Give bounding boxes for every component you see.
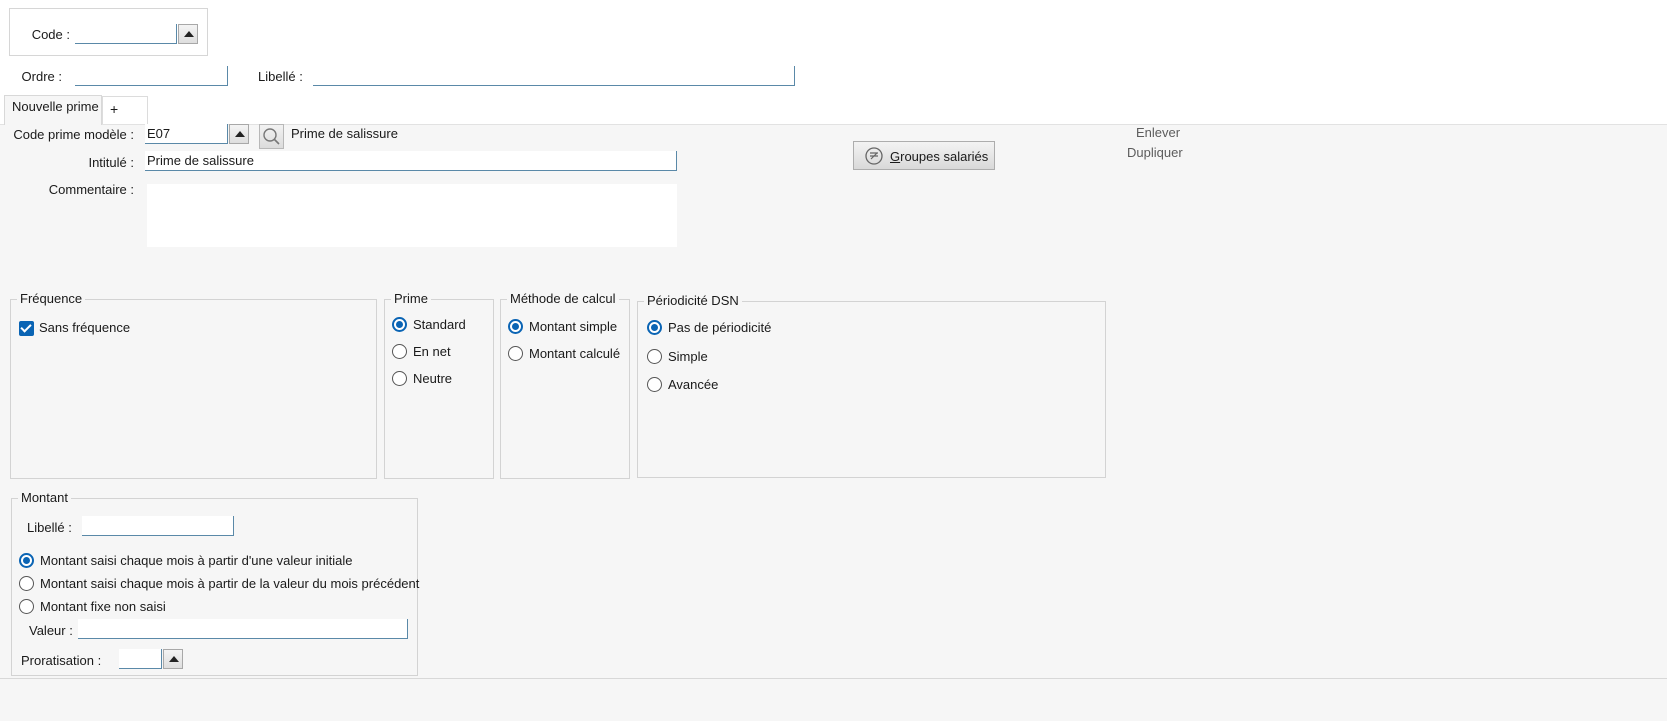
montant-valeur-initiale-radio[interactable] bbox=[19, 553, 34, 568]
intitule-label: Intitulé : bbox=[88, 155, 134, 170]
frequence-title: Fréquence bbox=[17, 291, 86, 306]
commentaire-textarea[interactable] bbox=[147, 184, 677, 247]
prime-panel: Code prime modèle : E07 Prime de salissu… bbox=[0, 124, 1667, 721]
libelle-label: Libellé : bbox=[258, 69, 303, 84]
methode-calcul-title: Méthode de calcul bbox=[507, 291, 619, 306]
montant-group: Montant Libellé : Montant saisi chaque m… bbox=[11, 490, 420, 676]
periodicite-avancee-label: Avancée bbox=[668, 377, 719, 392]
proratisation-spin-up-icon[interactable] bbox=[163, 649, 183, 669]
prime-title: Prime bbox=[391, 291, 431, 306]
groupes-icon bbox=[865, 147, 883, 165]
prime-en-net-label: En net bbox=[413, 344, 451, 359]
periodicite-dsn-title: Périodicité DSN bbox=[644, 293, 742, 308]
prime-group: Prime Standard En net Neutre bbox=[384, 291, 494, 479]
prime-neutre-label: Neutre bbox=[413, 371, 453, 386]
code-prime-spin-up-icon[interactable] bbox=[229, 124, 249, 144]
add-tab-label: + bbox=[110, 101, 119, 117]
prime-standard-label: Standard bbox=[413, 317, 466, 332]
proratisation-input[interactable] bbox=[119, 649, 162, 669]
code-spin-up-icon[interactable] bbox=[178, 24, 198, 44]
ordre-label: Ordre : bbox=[21, 69, 62, 84]
frequence-group: Fréquence Sans fréquence bbox=[10, 291, 377, 479]
proratisation-label: Proratisation : bbox=[21, 653, 102, 668]
montant-fixe-radio[interactable] bbox=[19, 599, 34, 614]
ordre-input[interactable] bbox=[75, 66, 228, 86]
tab-nouvelle-prime[interactable]: Nouvelle prime bbox=[4, 95, 102, 125]
montant-mois-precedent-radio[interactable] bbox=[19, 576, 34, 591]
montant-simple-radio[interactable] bbox=[508, 319, 523, 334]
tab-nouvelle-prime-label: Nouvelle prime bbox=[12, 99, 99, 114]
valeur-input[interactable] bbox=[78, 619, 408, 639]
commentaire-label: Commentaire : bbox=[48, 182, 134, 197]
code-label: Code : bbox=[31, 27, 70, 42]
dupliquer-link[interactable]: Dupliquer bbox=[1127, 145, 1183, 160]
periodicite-simple-radio[interactable] bbox=[647, 349, 662, 364]
montant-calcule-label: Montant calculé bbox=[529, 346, 621, 361]
sans-frequence-checkbox[interactable] bbox=[19, 321, 34, 336]
pas-de-periodicite-radio[interactable] bbox=[647, 320, 662, 335]
montant-libelle-input[interactable] bbox=[82, 516, 234, 536]
pas-de-periodicite-label: Pas de périodicité bbox=[668, 320, 772, 335]
valeur-label: Valeur : bbox=[29, 623, 73, 638]
groupes-salaries-label: Groupes salariés bbox=[890, 149, 989, 164]
periodicite-simple-label: Simple bbox=[668, 349, 708, 364]
methode-calcul-group: Méthode de calcul Montant simple Montant… bbox=[500, 291, 630, 479]
search-button[interactable] bbox=[259, 124, 284, 149]
code-prime-modele-label: Code prime modèle : bbox=[13, 127, 134, 142]
code-prime-modele-description: Prime de salissure bbox=[291, 126, 398, 141]
montant-fixe-label: Montant fixe non saisi bbox=[40, 599, 166, 614]
groupes-salaries-button[interactable]: Groupes salariés bbox=[853, 141, 995, 170]
intitule-input[interactable]: Prime de salissure bbox=[145, 151, 677, 171]
bottom-divider bbox=[0, 678, 1667, 679]
montant-valeur-initiale-label: Montant saisi chaque mois à partir d'une… bbox=[40, 553, 353, 568]
search-icon bbox=[263, 128, 280, 145]
prime-standard-radio[interactable] bbox=[392, 317, 407, 332]
prime-neutre-radio[interactable] bbox=[392, 371, 407, 386]
libelle-input[interactable] bbox=[313, 66, 795, 86]
sans-frequence-label: Sans fréquence bbox=[39, 320, 131, 335]
enlever-link[interactable]: Enlever bbox=[1136, 125, 1180, 140]
prime-en-net-radio[interactable] bbox=[392, 344, 407, 359]
periodicite-dsn-group: Périodicité DSN Pas de périodicité Simpl… bbox=[637, 293, 1106, 478]
code-prime-modele-input[interactable]: E07 bbox=[145, 124, 228, 144]
montant-mois-precedent-label: Montant saisi chaque mois à partir de la… bbox=[40, 576, 420, 591]
montant-simple-label: Montant simple bbox=[529, 319, 618, 334]
montant-title: Montant bbox=[18, 490, 71, 505]
montant-calcule-radio[interactable] bbox=[508, 346, 523, 361]
code-input[interactable] bbox=[75, 24, 177, 44]
montant-libelle-label: Libellé : bbox=[27, 520, 72, 535]
periodicite-avancee-radio[interactable] bbox=[647, 377, 662, 392]
tab-add[interactable]: + bbox=[102, 96, 148, 124]
